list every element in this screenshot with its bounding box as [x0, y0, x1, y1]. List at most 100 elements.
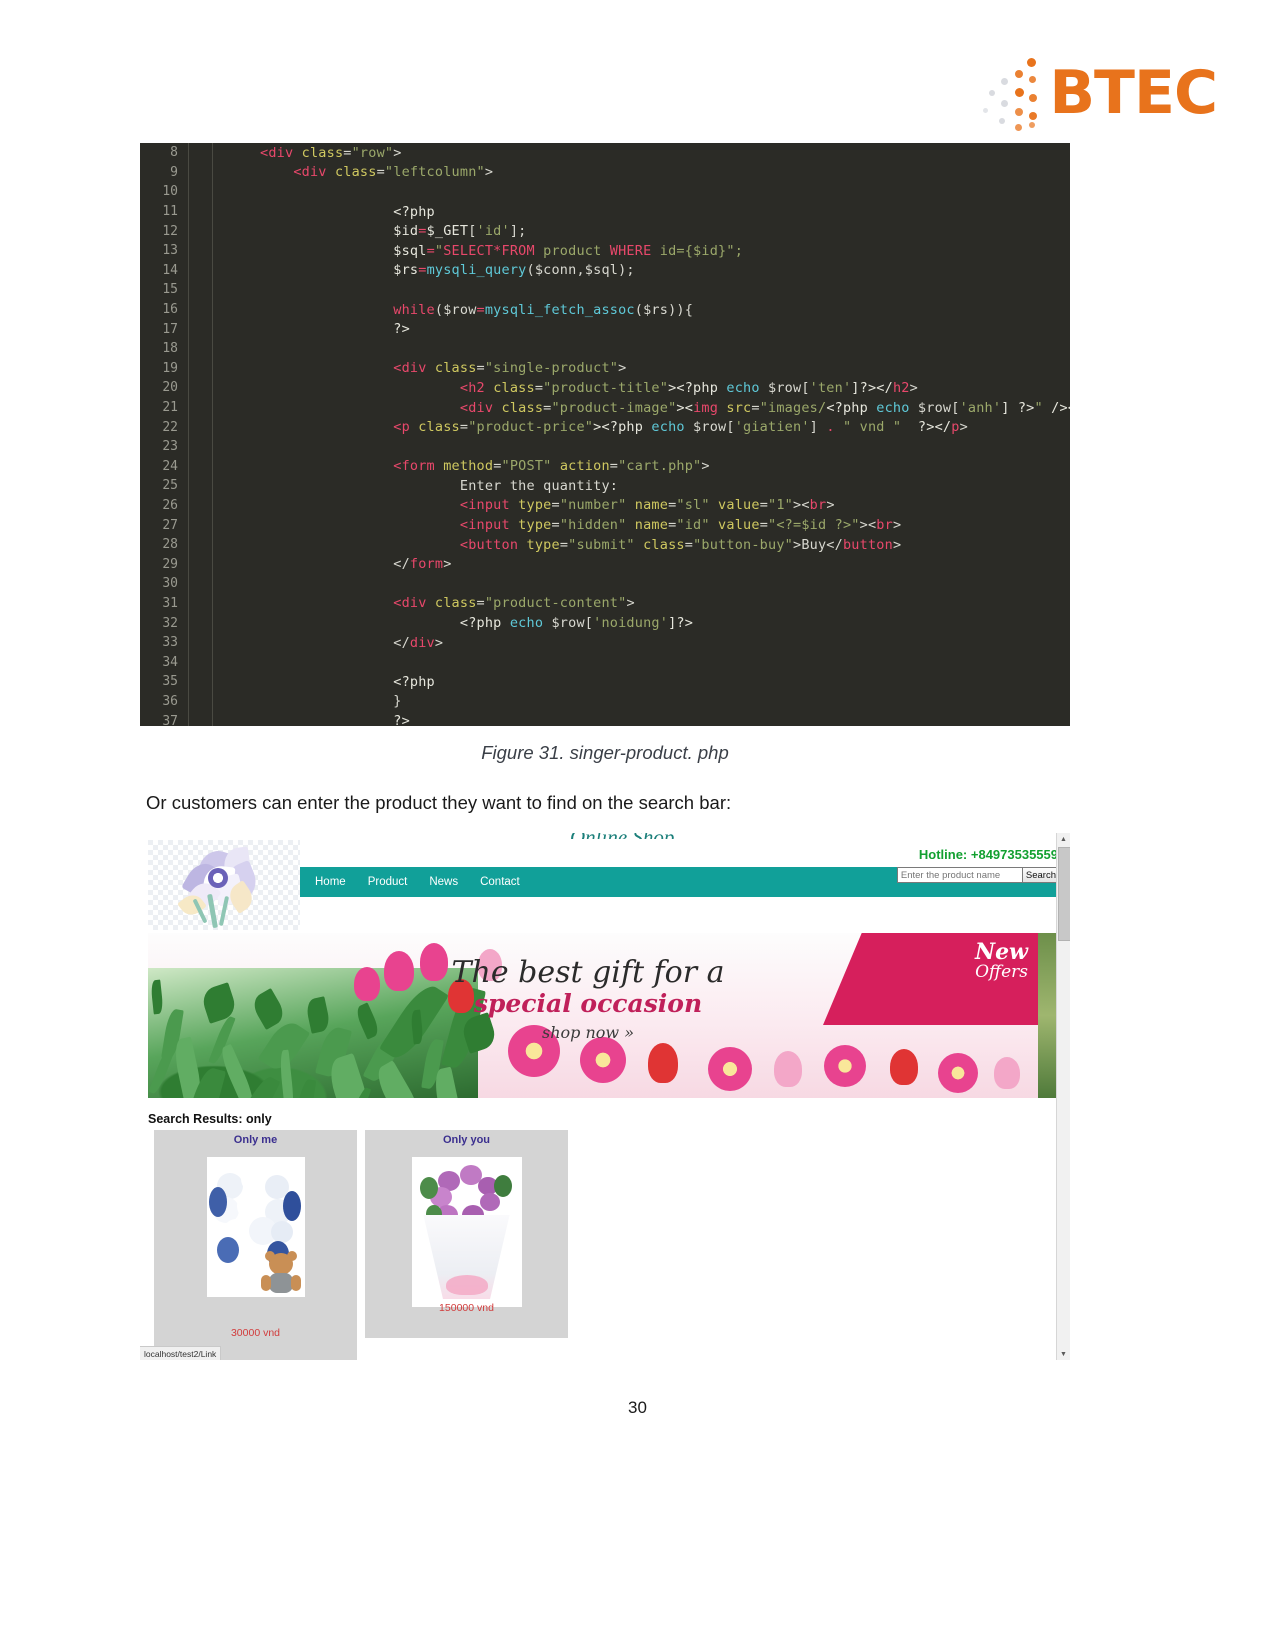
- scroll-up-arrow-icon[interactable]: ▲: [1057, 833, 1070, 845]
- code-line: 18: [140, 338, 1070, 359]
- scroll-down-arrow-icon[interactable]: ▼: [1057, 1348, 1070, 1360]
- banner-flower-art: [478, 949, 502, 981]
- product-card[interactable]: Only you 150000 vnd: [365, 1130, 568, 1338]
- vertical-scrollbar[interactable]: ▲ ▼: [1056, 833, 1070, 1360]
- code-line: 9 <div class="leftcolumn">: [140, 162, 1070, 183]
- code-indent-guide: [212, 534, 260, 555]
- scrollbar-thumb[interactable]: [1058, 847, 1070, 941]
- code-indent-guide: [212, 495, 260, 516]
- code-line-text: <div class="product-content">: [393, 595, 635, 612]
- code-line-text: $rs=mysqli_query($conn,$sql);: [393, 262, 635, 279]
- code-line: 31 <div class="product-content">: [140, 593, 1070, 614]
- code-indent-guide: [188, 534, 212, 555]
- code-line-number: 34: [162, 654, 178, 670]
- product-image[interactable]: [411, 1157, 522, 1307]
- code-line: 29 </form>: [140, 554, 1070, 575]
- code-line-text: <?php echo $row['noidung']?>: [459, 615, 694, 632]
- offers-ribbon: [823, 933, 1038, 1025]
- figure-caption: Figure 31. singer-product. php: [481, 742, 729, 763]
- page-number: 30: [628, 1398, 647, 1417]
- code-screenshot-figure: 8 <div class="row"> 9 <div class="leftcolu…: [140, 143, 1070, 726]
- code-line: 16 while($row=mysqli_fetch_assoc($rs)){: [140, 299, 1070, 320]
- code-line: 27 <input type="hidden" name="id" value=…: [140, 515, 1070, 535]
- code-line-text: <div class="leftcolumn">: [293, 164, 494, 181]
- code-indent-guide: [188, 672, 212, 692]
- code-line-number: 12: [162, 223, 178, 239]
- code-line-text: <button type="submit" class="button-buy"…: [459, 536, 902, 553]
- banner-flower-art: [580, 1037, 626, 1083]
- code-indent-guide: [212, 280, 260, 300]
- nav-item-product[interactable]: Product: [368, 876, 408, 888]
- banner-flower-art: [648, 1043, 678, 1083]
- code-line-text: ?>: [393, 713, 410, 726]
- code-indent-guide: [212, 436, 260, 457]
- code-line-number: 26: [162, 497, 178, 513]
- code-line-text: <div class="product-image"><img src="ima…: [459, 399, 1070, 416]
- banner-flower-art: [420, 943, 448, 981]
- code-indent-guide: [188, 378, 212, 398]
- code-line: 25 Enter the quantity:: [140, 476, 1070, 496]
- code-line-number: 16: [162, 302, 178, 318]
- code-indent-guide: [212, 143, 260, 163]
- code-line-number: 14: [162, 262, 178, 278]
- nav-item-contact[interactable]: Contact: [480, 876, 520, 888]
- code-line: 23: [140, 436, 1070, 457]
- code-line-number: 15: [162, 282, 178, 298]
- product-price: 150000 vnd: [439, 1302, 494, 1314]
- btec-wordmark: BTEC: [1049, 58, 1218, 128]
- code-indent-guide: [212, 652, 260, 673]
- code-indent-guide: [188, 456, 212, 477]
- code-line-number: 25: [162, 478, 178, 494]
- code-indent-guide: [212, 397, 260, 418]
- promo-banner[interactable]: The best gift for a special occasion sho…: [148, 933, 1038, 1098]
- code-indent-guide: [188, 299, 212, 320]
- code-line: 14 $rs=mysqli_query($conn,$sql);: [140, 260, 1070, 281]
- flower-logo-icon: [170, 846, 275, 929]
- code-line-number: 9: [170, 164, 178, 180]
- product-image[interactable]: [206, 1157, 305, 1297]
- banner-side-strip: [1038, 933, 1058, 1098]
- code-line-number: 36: [162, 693, 178, 709]
- code-indent-guide: [212, 613, 260, 633]
- code-line: 19 <div class="single-product">: [140, 358, 1070, 379]
- search-button[interactable]: Search: [1022, 867, 1060, 883]
- site-logo[interactable]: [148, 840, 300, 930]
- code-line-number: 33: [162, 635, 178, 651]
- product-title[interactable]: Only you: [365, 1134, 568, 1146]
- code-lines-container: 8 <div class="row"> 9 <div class="leftcolu…: [140, 143, 1070, 726]
- code-line-text: while($row=mysqli_fetch_assoc($rs)){: [393, 301, 694, 318]
- code-line: 33 </div>: [140, 632, 1070, 653]
- code-indent-guide: [188, 143, 212, 163]
- nav-item-home[interactable]: Home: [315, 876, 346, 888]
- browser-status-bar: localhost/test2/Link: [140, 1346, 222, 1360]
- code-line: 21 <div class="product-image"><img src="…: [140, 397, 1070, 418]
- code-line-number: 11: [162, 204, 178, 220]
- search-input[interactable]: [896, 867, 1023, 883]
- website-screenshot: Online Shop Home Product News Contact Ho…: [140, 833, 1070, 1360]
- code-indent-guide: [212, 476, 260, 496]
- code-indent-guide: [188, 182, 212, 202]
- code-indent-guide: [188, 240, 212, 261]
- logo-dot-pattern-icon: [971, 56, 1045, 131]
- body-paragraph: Or customers can enter the product they …: [146, 792, 732, 813]
- code-line: 24 <form method="POST" action="cart.php"…: [140, 456, 1070, 477]
- code-indent-guide: [212, 182, 260, 202]
- banner-flower-art: [354, 967, 380, 1001]
- code-indent-guide: [188, 397, 212, 418]
- code-line-number: 31: [162, 595, 178, 611]
- code-line-number: 24: [162, 458, 178, 474]
- code-indent-guide: [212, 554, 260, 575]
- code-indent-guide: [188, 338, 212, 359]
- nav-item-news[interactable]: News: [429, 876, 458, 888]
- code-line-text: $sql="SELECT*FROM product WHERE id={$id}…: [393, 242, 744, 259]
- product-title[interactable]: Only me: [154, 1134, 357, 1146]
- code-line: 11 <?php: [140, 201, 1070, 222]
- code-line: 12 $id=$_GET['id'];: [140, 221, 1070, 241]
- code-line: 15: [140, 280, 1070, 300]
- code-line-text: <form method="POST" action="cart.php">: [393, 458, 710, 475]
- product-card[interactable]: Only me 30000 vnd: [154, 1130, 357, 1360]
- code-indent-guide: [212, 319, 260, 339]
- code-line-number: 37: [162, 713, 178, 726]
- site-title: Online Shop: [570, 833, 674, 839]
- code-line-number: 13: [162, 243, 178, 259]
